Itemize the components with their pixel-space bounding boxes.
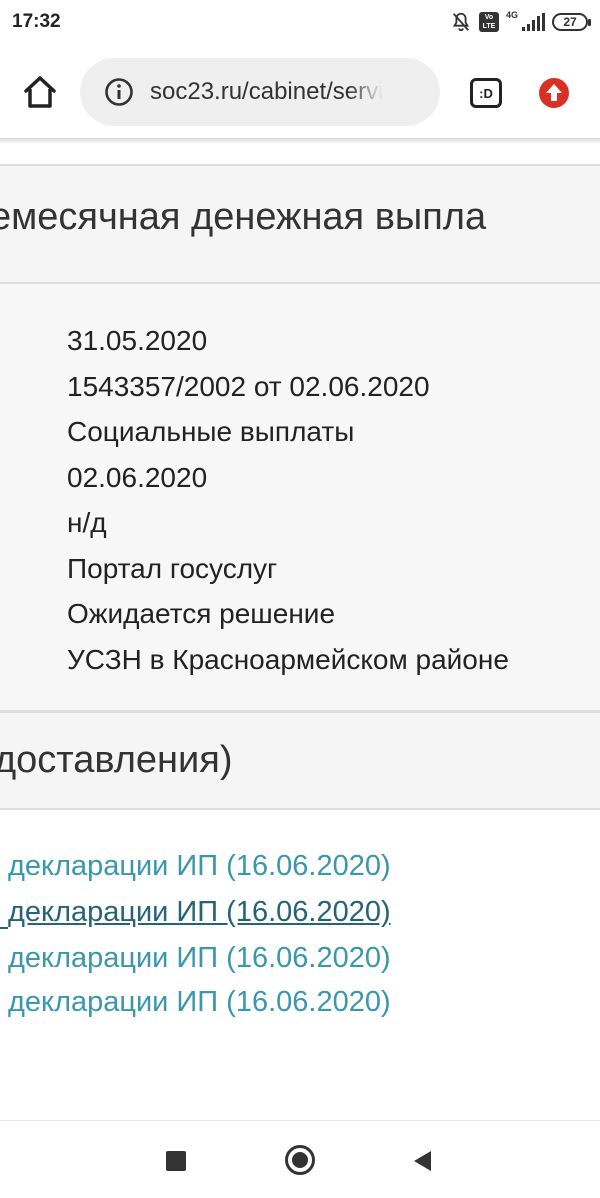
field-source: Портал госуслуг	[67, 552, 278, 584]
field-list: 31.05.2020 1543357/2002 от 02.06.2020 Со…	[67, 318, 509, 682]
panel-header-payment: емесячная денежная выпла	[0, 164, 600, 284]
browser-toolbar: soc23.ru/cabinet/servi :D	[0, 44, 600, 140]
field-category: Социальные выплаты	[67, 416, 355, 447]
tab-switcher-label: :D	[479, 85, 493, 101]
panel-title: доставления)	[0, 739, 233, 781]
field-status: Ожидается решение	[67, 598, 336, 629]
field-na: н/д	[67, 507, 107, 538]
system-nav-bar	[0, 1120, 600, 1198]
recents-icon[interactable]	[166, 1151, 186, 1171]
update-icon[interactable]	[538, 77, 570, 109]
link-underline-fragment	[0, 927, 8, 929]
panel-title: емесячная денежная выпла	[0, 196, 487, 238]
status-bar: 17:32 Vo LTE 4G 27	[0, 0, 600, 44]
signal-icon	[522, 13, 545, 31]
field-number: 1543357/2002 от 02.06.2020	[67, 370, 430, 402]
declaration-link[interactable]: декларации ИП (16.06.2020)	[8, 850, 391, 883]
status-icons: Vo LTE 4G 27	[450, 10, 591, 34]
home-nav-icon[interactable]	[285, 1145, 315, 1175]
battery-level: 27	[563, 15, 577, 29]
url-text[interactable]: soc23.ru/cabinet/servi	[150, 78, 383, 106]
volte-label: Vo LTE	[482, 14, 496, 30]
field-date-2: 02.06.2020	[67, 461, 208, 493]
page-content: емесячная денежная выпла 31.05.2020 1543…	[0, 144, 600, 1120]
home-icon[interactable]	[20, 72, 60, 112]
panel-header-provision: доставления)	[0, 710, 600, 810]
back-icon[interactable]	[412, 1149, 432, 1173]
panel-body-payment: 31.05.2020 1543357/2002 от 02.06.2020 Со…	[0, 284, 600, 710]
field-date: 31.05.2020	[67, 325, 208, 356]
status-time: 17:32	[12, 11, 61, 32]
tab-switcher-button[interactable]: :D	[470, 78, 502, 108]
address-bar[interactable]: soc23.ru/cabinet/servi	[80, 58, 440, 126]
network-type: 4G	[505, 10, 518, 20]
field-department: УСЗН в Красноармейском районе	[67, 643, 509, 675]
declaration-link[interactable]: декларации ИП (16.06.2020)	[8, 942, 391, 975]
bell-off-icon	[452, 12, 470, 32]
declaration-link[interactable]: декларации ИП (16.06.2020)	[8, 896, 391, 929]
declaration-link[interactable]: декларации ИП (16.06.2020)	[8, 986, 391, 1019]
battery-icon: 27	[552, 13, 591, 31]
info-icon[interactable]	[104, 77, 134, 107]
volte-icon: Vo LTE	[478, 12, 499, 32]
